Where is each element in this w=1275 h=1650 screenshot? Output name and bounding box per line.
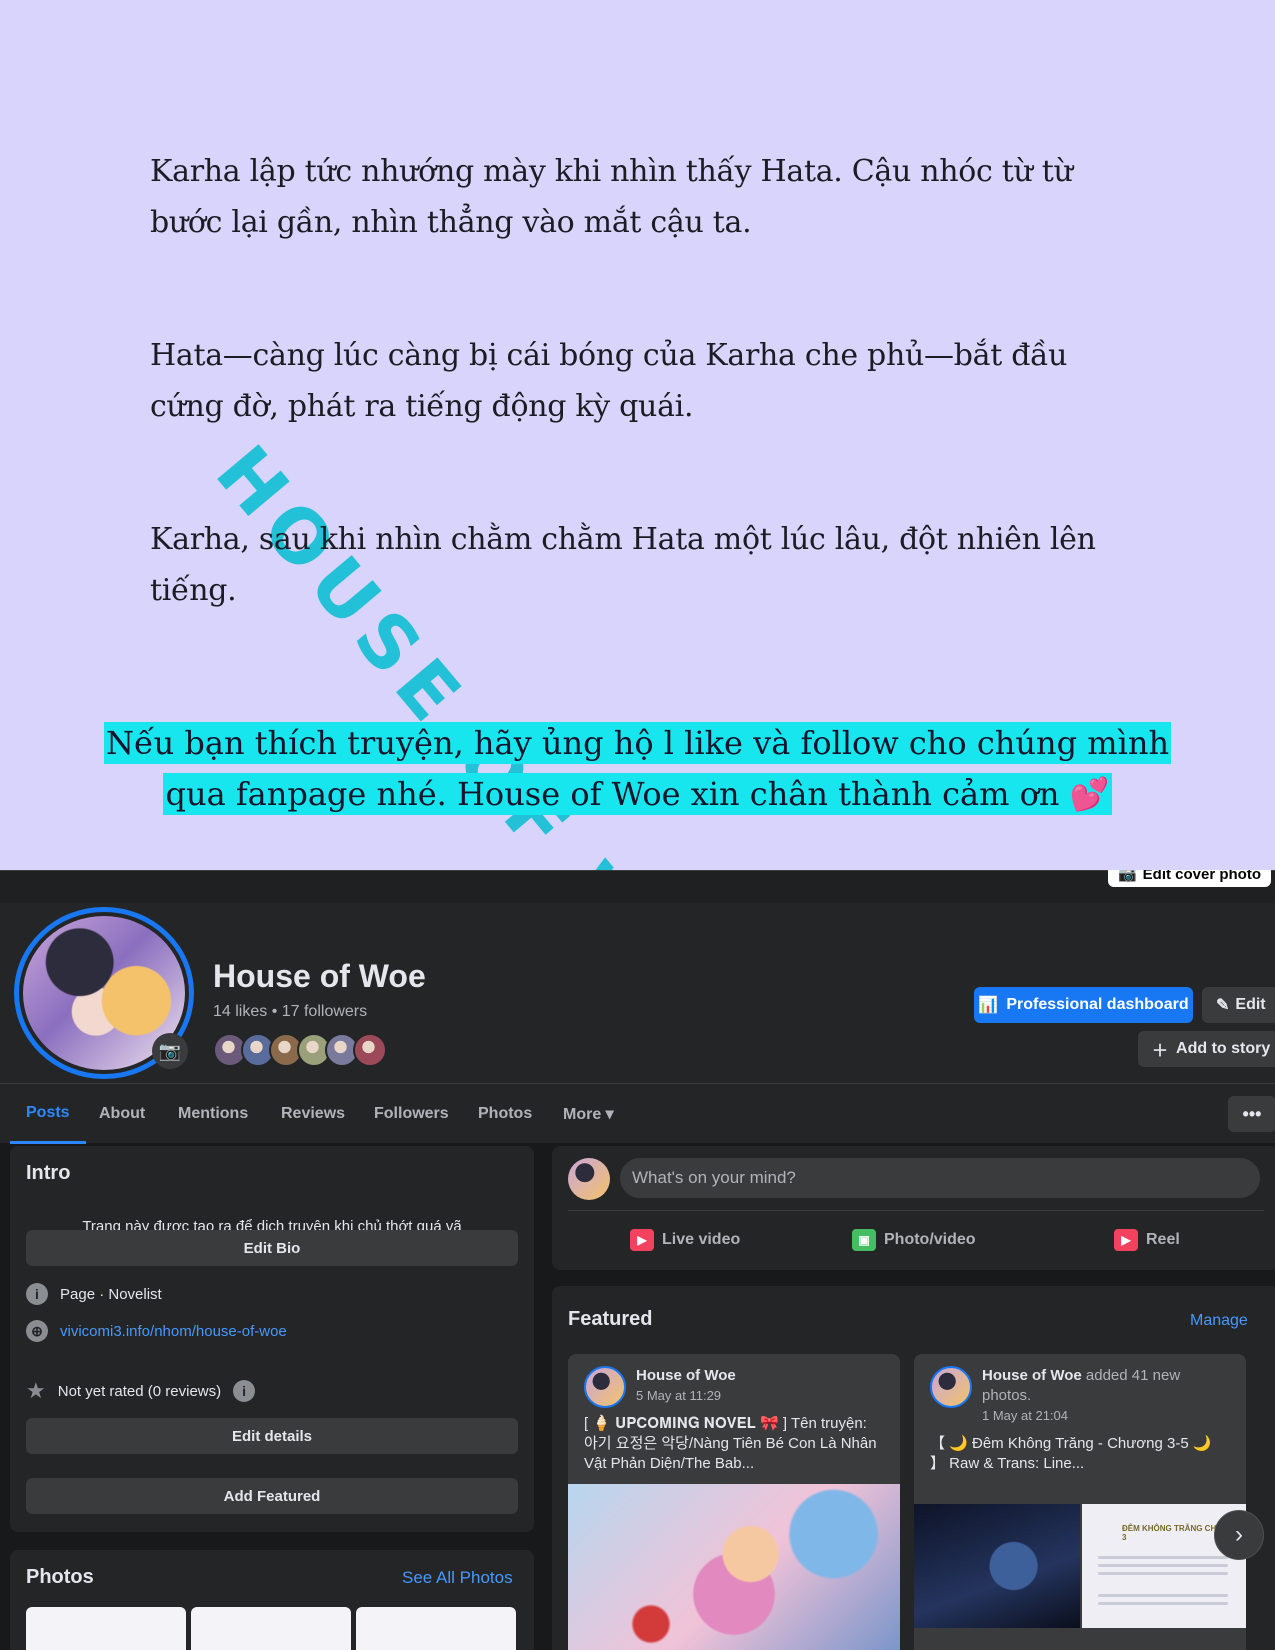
- website-row: ⊕ vivicomi3.info/nhom/house-of-woe: [26, 1320, 287, 1342]
- post-time[interactable]: 5 May at 11:29: [636, 1388, 721, 1403]
- facebook-page: 📷 Edit cover photo 📷 House of Woe 14 lik…: [0, 870, 1275, 1650]
- rating-text: Not yet rated (0 reviews): [57, 1382, 222, 1400]
- avatar[interactable]: [930, 1366, 972, 1408]
- category-row: i Page · Novelist: [26, 1283, 162, 1305]
- chart-icon: 📊: [978, 997, 999, 1014]
- edit-page-button[interactable]: ✎ Edit: [1202, 987, 1275, 1023]
- live-video-button[interactable]: ▶ Live video: [630, 1220, 740, 1260]
- manage-featured-link[interactable]: Manage: [1190, 1312, 1248, 1330]
- photos-title: Photos: [26, 1566, 94, 1588]
- support-message-line-1: Nếu bạn thích truyện, hãy ủng hộ l like …: [103, 722, 1172, 764]
- rating-row: ★ Not yet rated (0 reviews) i: [26, 1378, 256, 1404]
- whats-on-your-mind-input[interactable]: What's on your mind?: [620, 1158, 1260, 1198]
- live-video-label: Live video: [662, 1231, 741, 1248]
- add-to-story-label: Add to story: [1176, 1040, 1271, 1057]
- follower-avatar[interactable]: [353, 1033, 387, 1067]
- photo-thumbnail[interactable]: [191, 1607, 351, 1650]
- photo-icon: ▣: [852, 1229, 876, 1251]
- professional-dashboard-label: Professional dashboard: [1006, 996, 1189, 1013]
- edit-cover-photo-button[interactable]: 📷 Edit cover photo: [1107, 870, 1271, 887]
- see-all-photos-link[interactable]: See All Photos: [402, 1568, 513, 1588]
- featured-card: Featured Manage House of Woe 5 May at 11…: [552, 1286, 1275, 1650]
- tab-reviews[interactable]: Reviews: [265, 1084, 361, 1144]
- tab-more[interactable]: More ▾: [547, 1084, 630, 1144]
- edit-cover-photo-label: Edit cover photo: [1142, 870, 1261, 883]
- tab-about[interactable]: About: [83, 1084, 161, 1144]
- globe-icon: ⊕: [26, 1320, 48, 1342]
- page-category: Page · Novelist: [60, 1285, 162, 1303]
- info-icon: i: [26, 1283, 48, 1305]
- reel-icon: ▶: [1114, 1229, 1138, 1251]
- tab-photos[interactable]: Photos: [462, 1084, 548, 1144]
- avatar[interactable]: [584, 1366, 626, 1408]
- post-author[interactable]: House of Woe: [636, 1366, 886, 1386]
- story-panel: HOUSE OF WOE Karha lập tức nhướng mày kh…: [0, 0, 1275, 870]
- featured-post[interactable]: House of Woe added 41 new photos. 1 May …: [914, 1354, 1246, 1650]
- edit-bio-button[interactable]: Edit Bio: [26, 1230, 518, 1266]
- tab-mentions[interactable]: Mentions: [162, 1084, 264, 1144]
- tab-posts[interactable]: Posts: [10, 1084, 86, 1144]
- reel-button[interactable]: ▶ Reel: [1114, 1220, 1180, 1260]
- support-message: Nếu bạn thích truyện, hãy ủng hộ l like …: [0, 718, 1275, 820]
- post-composer: What's on your mind? ▶ Live video ▣ Phot…: [552, 1146, 1275, 1270]
- post-text: 【 🌙 Đêm Không Trăng - Chương 3-5 🌙 】 Raw…: [930, 1435, 1212, 1472]
- reel-label: Reel: [1146, 1231, 1180, 1248]
- post-author[interactable]: House of Woe added 41 new photos.: [982, 1366, 1232, 1406]
- edit-label: Edit: [1235, 996, 1266, 1013]
- post-time[interactable]: 1 May at 21:04: [982, 1408, 1068, 1423]
- edit-details-button[interactable]: Edit details: [26, 1418, 518, 1454]
- professional-dashboard-button[interactable]: 📊 Professional dashboard: [974, 987, 1193, 1023]
- post-image[interactable]: [568, 1484, 900, 1650]
- page-title: House of Woe: [213, 958, 426, 994]
- post-text: [ 🍦 𝐔𝐏𝐂𝐎𝐌𝐈𝐍𝐆 𝐍𝐎𝐕𝐄𝐋 🎀 ] Tên truyện: 아기 요정…: [584, 1415, 877, 1472]
- camera-icon[interactable]: 📷: [152, 1033, 188, 1069]
- tab-followers[interactable]: Followers: [358, 1084, 465, 1144]
- story-paragraph-2: Hata—càng lúc càng bị cái bóng của Karha…: [150, 338, 1068, 424]
- featured-post[interactable]: House of Woe 5 May at 11:29 [ 🍦 𝐔𝐏𝐂𝐎𝐌𝐈𝐍𝐆…: [568, 1354, 900, 1650]
- story-paragraph-1: Karha lập tức nhướng mày khi nhìn thấy H…: [150, 154, 1073, 240]
- intro-card: Intro Trang này được tạo ra để dịch truy…: [10, 1146, 534, 1532]
- chevron-right-icon[interactable]: ›: [1214, 1510, 1264, 1560]
- star-icon: ★: [26, 1378, 46, 1403]
- cover-photo: 📷 Edit cover photo: [0, 870, 1275, 903]
- page-tabs: Posts About Mentions Reviews Followers P…: [0, 1083, 1275, 1144]
- follower-avatars[interactable]: [213, 1033, 387, 1067]
- photos-card: Photos See All Photos: [10, 1550, 534, 1650]
- pencil-icon: ✎: [1216, 997, 1230, 1014]
- page-header: 📷 House of Woe 14 likes • 17 followers 📊…: [0, 903, 1275, 1083]
- featured-title: Featured: [568, 1308, 653, 1330]
- photo-thumbnail[interactable]: [26, 1607, 186, 1650]
- more-options-icon[interactable]: •••: [1228, 1096, 1275, 1132]
- divider: [568, 1210, 1264, 1211]
- add-featured-button[interactable]: Add Featured: [26, 1478, 518, 1514]
- website-link[interactable]: vivicomi3.info/nhom/house-of-woe: [60, 1323, 287, 1340]
- live-video-icon: ▶: [630, 1229, 654, 1251]
- avatar[interactable]: [568, 1158, 610, 1200]
- photo-video-button[interactable]: ▣ Photo/video: [852, 1220, 976, 1260]
- photo-thumbnail[interactable]: [356, 1607, 516, 1650]
- add-to-story-button[interactable]: ＋ Add to story: [1138, 1031, 1275, 1067]
- page-stats[interactable]: 14 likes • 17 followers: [213, 1003, 367, 1021]
- photo-video-label: Photo/video: [884, 1231, 976, 1248]
- intro-title: Intro: [26, 1162, 71, 1184]
- info-icon[interactable]: i: [233, 1380, 256, 1402]
- post-image[interactable]: [914, 1504, 1080, 1628]
- story-paragraph-3: Karha, sau khi nhìn chằm chằm Hata một l…: [150, 522, 1096, 608]
- support-message-line-2: qua fanpage nhé. House of Woe xin chân t…: [163, 773, 1112, 815]
- camera-icon: 📷: [1117, 870, 1137, 883]
- plus-icon: ＋: [1152, 1043, 1169, 1060]
